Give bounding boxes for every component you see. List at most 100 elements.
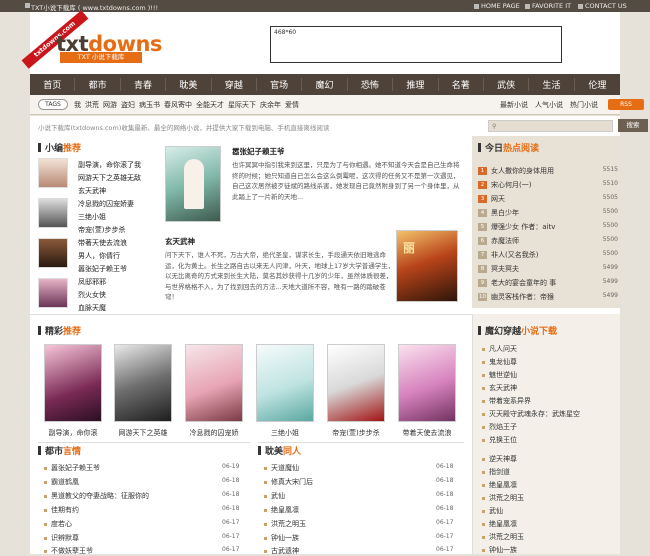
fantasy-item[interactable]: 兑换王位 (482, 435, 517, 445)
fantasy-item[interactable]: 魅世逆仙 (482, 370, 517, 380)
hot-item[interactable]: 4 黑白少年 (478, 208, 519, 218)
editor-item[interactable]: 网游天下之英雄无敌 (78, 173, 141, 183)
book-title[interactable]: 带着天使去流浪 (393, 428, 461, 438)
city-item[interactable]: 嚣张妃子赖王爷 (44, 463, 100, 473)
book-title[interactable]: 帝宠(萱)步步杀 (322, 428, 390, 438)
latest-link[interactable]: 最新小说 (500, 100, 528, 110)
fantasy-item[interactable]: 鬼龙仙尊 (482, 357, 517, 367)
fantasy-item[interactable]: 洪荒之明玉 (482, 532, 524, 542)
book-cover[interactable] (44, 344, 102, 422)
feature-title[interactable]: 嚣张妃子赖王爷 (232, 146, 285, 157)
book-cover[interactable] (256, 344, 314, 422)
editor-item[interactable]: 烈火女侠 (78, 290, 106, 300)
nav-time-travel[interactable]: 穿越 (212, 78, 257, 91)
book-cover[interactable] (185, 344, 243, 422)
nav-classics[interactable]: 名著 (439, 78, 484, 91)
tag-link[interactable]: 盗妇 (121, 100, 135, 110)
editor-item[interactable]: 嚣张妃子赖王爷 (78, 264, 127, 274)
bl-item[interactable]: 绝皇凰凛 (264, 505, 299, 515)
book-thumb[interactable] (38, 278, 68, 308)
fantasy-item[interactable]: 逆天神尊 (482, 454, 517, 464)
nav-wuxia[interactable]: 武侠 (484, 78, 530, 91)
bl-item[interactable]: 天道魔仙 (264, 463, 299, 473)
book-cover[interactable] (114, 344, 172, 422)
nav-danmei[interactable]: 耽美 (166, 78, 212, 91)
city-item[interactable]: 佳期有约 (44, 505, 79, 515)
book-cover[interactable] (327, 344, 385, 422)
hot-item[interactable]: 8 冥夫冥夫 (478, 264, 519, 274)
editor-item[interactable]: 凤邸邪邪 (78, 277, 106, 287)
editor-item[interactable]: 玄天武神 (78, 186, 106, 196)
book-cover[interactable] (398, 344, 456, 422)
tag-link[interactable]: 星际天下 (228, 100, 256, 110)
fantasy-item[interactable]: 玄天武神 (482, 383, 517, 393)
editor-item[interactable]: 三绝小姐 (78, 212, 106, 222)
hot-item[interactable]: 6 赤魔法师 (478, 236, 519, 246)
fantasy-item[interactable]: 武仙 (482, 506, 503, 516)
hot-item[interactable]: 7 非人(又名我杀) (478, 250, 538, 260)
book-thumb[interactable] (38, 198, 68, 228)
tag-link[interactable]: 网游 (103, 100, 117, 110)
hot-link[interactable]: 热门小说 (570, 100, 598, 110)
city-item[interactable]: 黑道教父的夺妻战略：征服你的 (44, 491, 149, 501)
bl-item[interactable]: 武仙 (264, 491, 285, 501)
hot-item[interactable]: 9 老大的宴会童年的 事 (478, 278, 556, 288)
nav-fantasy[interactable]: 魔幻 (302, 78, 348, 91)
fantasy-item[interactable]: 指剑道 (482, 467, 510, 477)
feature-cover[interactable]: 丽 (396, 230, 458, 302)
fantasy-item[interactable]: 凡人问天 (482, 344, 517, 354)
hot-item[interactable]: 1 女人撒你的身体用用 (478, 166, 554, 176)
favorite-link[interactable]: FAVORITE IT (525, 2, 571, 10)
fantasy-item[interactable]: 烈焰王子 (482, 422, 517, 432)
popular-link[interactable]: 人气小说 (535, 100, 563, 110)
editor-item[interactable]: 帝宠(萱)步步杀 (78, 225, 125, 235)
feature-title[interactable]: 玄天武神 (165, 236, 195, 247)
nav-officialdom[interactable]: 官场 (257, 78, 303, 91)
city-item[interactable]: 霸道鹤凰 (44, 477, 79, 487)
hot-item[interactable]: 2 宋心何月(一) (478, 180, 531, 190)
nav-home[interactable]: 首页 (30, 78, 76, 91)
tag-link[interactable]: 病玉书 (139, 100, 160, 110)
editor-item[interactable]: 男人，你倩行 (78, 251, 120, 261)
tag-link[interactable]: 庆余年 (260, 100, 281, 110)
tags-button[interactable]: TAGS (38, 99, 68, 110)
bl-item[interactable]: 古武遗神 (264, 546, 299, 556)
rss-button[interactable]: RSS (608, 99, 644, 110)
city-item[interactable]: 不做妖孽王爷 (44, 546, 93, 556)
book-thumb[interactable] (38, 158, 68, 188)
nav-mystery[interactable]: 推理 (393, 78, 439, 91)
city-item[interactable]: 度若心 (44, 519, 72, 529)
hot-item[interactable]: 5 爆强少女 作者：aitv (478, 222, 555, 232)
fantasy-item[interactable]: 绝皇凰凛 (482, 480, 517, 490)
fantasy-item[interactable]: 绝皇凰凛 (482, 519, 517, 529)
feature-cover[interactable] (165, 146, 221, 222)
bl-item[interactable]: 钟仙一族 (264, 533, 299, 543)
nav-city[interactable]: 都市 (75, 78, 121, 91)
search-button[interactable]: 搜索 (618, 119, 648, 132)
home-link[interactable]: HOME PAGE (474, 2, 520, 10)
nav-ethics[interactable]: 伦理 (575, 78, 620, 91)
city-item[interactable]: 识辨默尊 (44, 533, 79, 543)
nav-youth[interactable]: 青春 (121, 78, 167, 91)
editor-item[interactable]: 冷息戮的囚宠娇妻 (78, 199, 134, 209)
editor-item[interactable]: 带著天使去流浪 (78, 238, 127, 248)
book-title[interactable]: 副导演，命你滚 (39, 428, 107, 438)
tag-link[interactable]: 春风寄中 (164, 100, 192, 110)
tag-link[interactable]: 我 (74, 100, 81, 110)
bl-item[interactable]: 修真大宋门后 (264, 477, 313, 487)
book-title[interactable]: 冷息戮的囚宠娇 (180, 428, 248, 438)
bl-item[interactable]: 洪荒之明玉 (264, 519, 306, 529)
search-input[interactable]: ⚲ (488, 120, 613, 132)
contact-link[interactable]: CONTACT US (578, 2, 627, 10)
tag-link[interactable]: 全能天才 (196, 100, 224, 110)
fantasy-item[interactable]: 灭天殿守武魂永存：武炼星空 (482, 409, 580, 419)
nav-horror[interactable]: 恐怖 (348, 78, 394, 91)
book-title[interactable]: 网游天下之英雄 (109, 428, 177, 438)
book-title[interactable]: 三绝小姐 (251, 428, 319, 438)
book-thumb[interactable] (38, 238, 68, 268)
tag-link[interactable]: 洪荒 (85, 100, 99, 110)
fantasy-item[interactable]: 洪荒之明玉 (482, 493, 524, 503)
editor-item[interactable]: 副导演，命你滚了我 (78, 160, 141, 170)
hot-item[interactable]: 10 幽灵客栈作者：帝猴 (478, 292, 554, 302)
tag-link[interactable]: 爱情 (285, 100, 299, 110)
